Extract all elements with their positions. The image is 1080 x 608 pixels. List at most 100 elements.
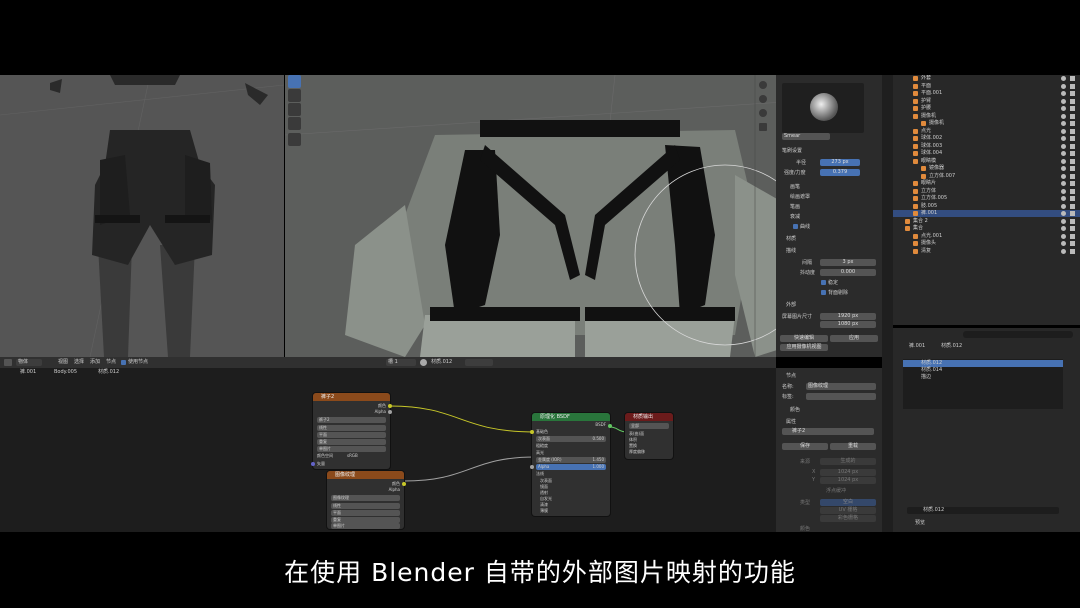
visibility-eye-icon[interactable] — [1061, 113, 1066, 119]
outliner-row[interactable]: 裤.001 — [893, 210, 1080, 217]
outliner-row[interactable]: 立方体.005 — [893, 195, 1080, 202]
visibility-eye-icon[interactable] — [1061, 196, 1066, 201]
render-camera-icon[interactable] — [1070, 218, 1075, 224]
outliner-row[interactable]: 立方体.007 — [893, 173, 1080, 180]
outliner-row[interactable]: 外套 — [893, 75, 1080, 82]
outliner-row[interactable]: 眼睛模 — [893, 158, 1080, 165]
visibility-eye-icon[interactable] — [1061, 106, 1066, 111]
image-selector[interactable]: 图像纹理 — [331, 495, 400, 501]
material-name[interactable]: 材质.012 — [431, 359, 452, 366]
outliner-row[interactable]: 摄像机 — [893, 113, 1080, 120]
visibility-eye-icon[interactable] — [1061, 83, 1066, 89]
section-falloff[interactable]: 衰减 — [790, 213, 800, 220]
node-section[interactable]: 节点 — [786, 372, 796, 379]
pan-hand-icon[interactable] — [759, 95, 767, 103]
image-texture-node-2[interactable]: 图像纹理 颜色 Alpha 图像纹理 线性 平面 重复 单图片 — [327, 471, 406, 529]
output-bsdf[interactable]: BSDF — [536, 422, 606, 428]
node-title[interactable]: 图像纹理 — [327, 471, 404, 479]
apply-camera-button[interactable]: 应用摄像机视图 — [780, 344, 828, 351]
render-camera-icon[interactable] — [1070, 83, 1075, 89]
reload-button[interactable]: 重载 — [830, 443, 876, 450]
camera-view-icon[interactable] — [759, 109, 767, 117]
brush-settings-title[interactable]: 笔刷设置 — [782, 147, 802, 154]
current-material[interactable]: 材质.012 — [923, 507, 944, 514]
render-camera-icon[interactable] — [1070, 196, 1075, 201]
visibility-eye-icon[interactable] — [1061, 98, 1066, 104]
x-field[interactable]: 1024 px — [820, 469, 876, 476]
material-slot[interactable]: 材质.014 — [903, 367, 1063, 374]
render-camera-icon[interactable] — [1070, 113, 1075, 119]
editor-type-icon[interactable] — [4, 359, 12, 366]
preview-section[interactable]: 预览 — [915, 520, 925, 527]
outliner-row[interactable]: 集合 2 — [893, 218, 1080, 225]
outliner-row[interactable]: 平面 — [893, 83, 1080, 90]
outliner-row[interactable]: 点光.001 — [893, 233, 1080, 240]
node-title[interactable]: 原理化 BSDF — [532, 413, 610, 421]
curve-checkbox[interactable] — [793, 224, 798, 229]
render-camera-icon[interactable] — [1070, 166, 1075, 171]
alpha-socket[interactable] — [530, 465, 534, 469]
reference-viewport[interactable] — [0, 75, 284, 357]
material-actions[interactable] — [465, 359, 493, 366]
source-dropdown[interactable]: 单图片 — [317, 446, 386, 452]
grid-view-icon[interactable] — [759, 123, 767, 131]
alpha-field[interactable]: Alpha 1.000 — [536, 464, 606, 470]
visibility-eye-icon[interactable] — [1061, 226, 1066, 231]
menu-node[interactable]: 节点 — [106, 359, 116, 366]
render-camera-icon[interactable] — [1070, 248, 1075, 254]
render-camera-icon[interactable] — [1070, 233, 1075, 239]
color-section[interactable]: 颜色 — [790, 406, 800, 413]
render-camera-icon[interactable] — [1070, 173, 1075, 179]
visibility-eye-icon[interactable] — [1061, 91, 1066, 96]
input-normal[interactable]: 法线 — [536, 471, 606, 477]
ior-field[interactable]: 金属度 (IOR) 1.450 — [536, 457, 606, 463]
outliner-row[interactable]: 平面.001 — [893, 90, 1080, 97]
draw-tool-button[interactable] — [288, 75, 301, 88]
render-camera-icon[interactable] — [1070, 158, 1075, 164]
render-camera-icon[interactable] — [1070, 151, 1075, 156]
texture-section[interactable]: 材质 — [786, 235, 796, 242]
external-section[interactable]: 外部 — [786, 301, 796, 308]
render-camera-icon[interactable] — [1070, 143, 1075, 149]
visibility-eye-icon[interactable] — [1061, 121, 1066, 126]
spacing-field[interactable]: 3 px — [820, 259, 876, 266]
outliner-row[interactable]: 镜像器 — [893, 165, 1080, 172]
section-brush[interactable]: 画笔 — [790, 183, 800, 190]
bsdf-socket[interactable] — [608, 424, 612, 428]
outliner-row[interactable]: 集合 — [893, 225, 1080, 232]
visibility-eye-icon[interactable] — [1061, 128, 1066, 134]
slot-dropdown[interactable]: 槽 1 — [386, 359, 416, 366]
input-specular[interactable]: 高光 — [536, 450, 606, 456]
visibility-eye-icon[interactable] — [1061, 151, 1066, 156]
smooth-checkbox[interactable] — [821, 280, 826, 285]
outliner-row[interactable]: 立方体 — [893, 188, 1080, 195]
render-camera-icon[interactable] — [1070, 128, 1075, 134]
input-vector[interactable]: 矢量 — [317, 461, 386, 467]
interpolation-dropdown[interactable]: 线性 — [317, 425, 386, 431]
render-camera-icon[interactable] — [1070, 98, 1075, 104]
output-alpha[interactable]: Alpha — [317, 409, 386, 415]
outliner-row[interactable]: 点光 — [893, 128, 1080, 135]
visibility-eye-icon[interactable] — [1061, 166, 1066, 171]
render-camera-icon[interactable] — [1070, 203, 1075, 209]
render-camera-icon[interactable] — [1070, 121, 1075, 126]
node-label-field[interactable] — [806, 393, 876, 400]
save-button[interactable]: 保存 — [782, 443, 828, 450]
quick-edit-button[interactable]: 快速编辑 — [780, 335, 828, 342]
image-selector[interactable]: 裤子2 — [317, 417, 386, 423]
section-mask[interactable]: 绘画遮罩 — [790, 193, 810, 200]
visibility-eye-icon[interactable] — [1061, 173, 1066, 179]
visibility-eye-icon[interactable] — [1061, 211, 1066, 216]
node-name-field[interactable]: 图像纹理 — [806, 383, 876, 390]
subsurface-field[interactable]: 次表面 0.500 — [536, 436, 606, 442]
outliner-row[interactable]: 摄像机 — [893, 120, 1080, 127]
visibility-eye-icon[interactable] — [1061, 218, 1066, 224]
outliner-row[interactable]: 球体.003 — [893, 143, 1080, 150]
visibility-eye-icon[interactable] — [1061, 136, 1066, 141]
node-editor[interactable]: 裤子2 颜色 Alpha 裤子2 线性 平面 重复 单图片 颜色空间 sRGB … — [0, 377, 776, 532]
clone-tool-button[interactable] — [288, 117, 301, 130]
render-camera-icon[interactable] — [1070, 106, 1075, 111]
visibility-eye-icon[interactable] — [1061, 143, 1066, 149]
properties-section[interactable]: 属性 — [786, 418, 796, 425]
extension-dropdown[interactable]: 重复 — [317, 439, 386, 445]
